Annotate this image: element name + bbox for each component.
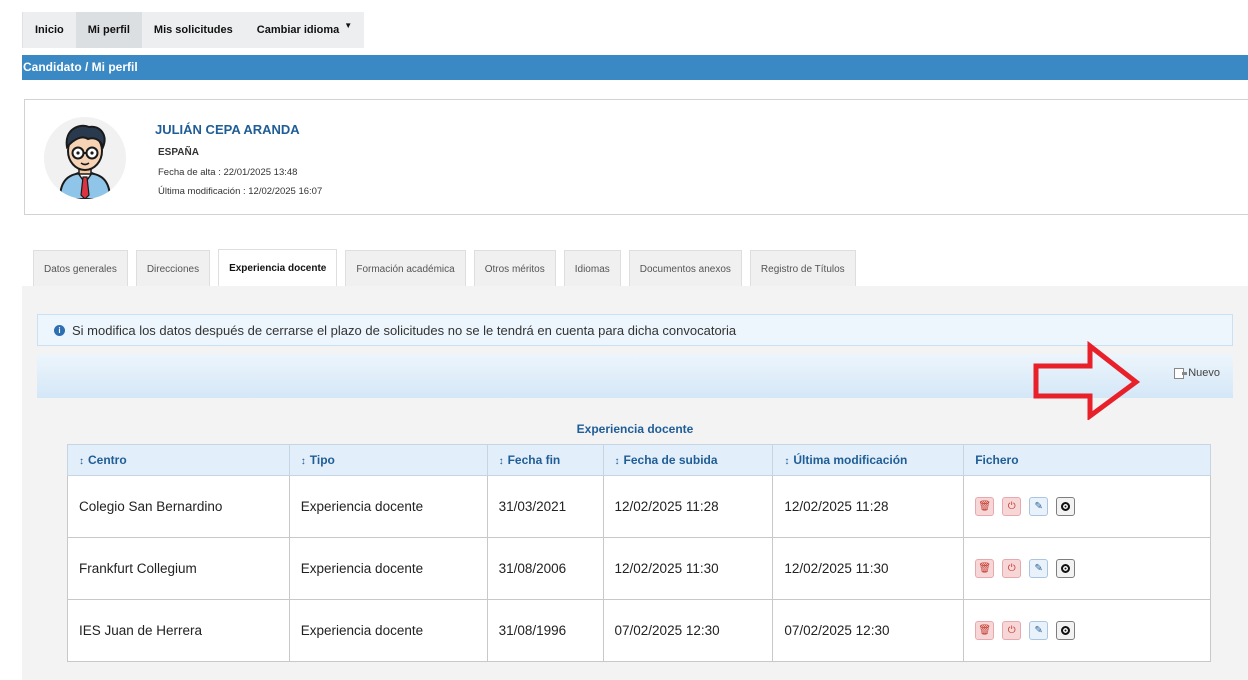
profile-tabs: Datos generales Direcciones Experiencia …: [33, 249, 864, 287]
cell-tipo: Experiencia docente: [288, 599, 488, 662]
cell-ultima-modificacion: 12/02/2025 11:30: [772, 537, 965, 600]
delete-icon[interactable]: 🗑: [975, 497, 995, 516]
experiencia-table: ↕ Centro ↕ Tipo ↕ Fecha fin ↕ Fecha de subid…: [67, 444, 1211, 662]
view-icon[interactable]: [1056, 497, 1076, 516]
alert-text: Si modifica los datos después de cerrars…: [72, 322, 737, 338]
column-header-ultima-modificacion[interactable]: ↕ Última modificación: [772, 444, 965, 476]
nav-item-label: Cambiar idioma: [256, 24, 340, 36]
profile-card: JULIÁN CEPA ARANDA ESPAÑA Fecha de alta …: [24, 99, 1248, 215]
column-header-tipo[interactable]: ↕ Tipo: [288, 444, 488, 476]
tab-direcciones[interactable]: Direcciones: [135, 250, 211, 287]
table-row: Frankfurt Collegium Experiencia docente …: [67, 537, 1211, 600]
table-caption: Experiencia docente: [576, 422, 694, 436]
nav-item-label: Mi perfil: [87, 24, 130, 36]
tab-idiomas[interactable]: Idiomas: [563, 250, 621, 287]
cell-ultima-modificacion: 07/02/2025 12:30: [772, 599, 965, 662]
column-label: Fecha de subida: [623, 453, 718, 467]
row-actions: 🗑 ⏻ ✎: [975, 621, 1210, 640]
delete-icon[interactable]: 🗑: [975, 621, 995, 640]
sort-icon: ↕: [79, 456, 84, 467]
nuevo-label: Nuevo: [1188, 367, 1220, 379]
edit-icon[interactable]: ✎: [1029, 497, 1049, 516]
nav-item-cambiar-idioma[interactable]: Cambiar idioma ▼: [245, 12, 364, 48]
tab-datos-generales[interactable]: Datos generales: [33, 250, 128, 287]
cell-fecha-subida: 12/02/2025 11:30: [602, 537, 774, 600]
annotation-arrow-icon: [1033, 340, 1141, 420]
nav-item-label: Inicio: [35, 24, 64, 36]
main-menu: Inicio Mi perfil Mis solicitudes Cambiar…: [22, 12, 365, 48]
tab-formacion-academica[interactable]: Formación académica: [345, 250, 466, 287]
cell-fecha-fin: 31/03/2021: [486, 475, 604, 538]
cell-fecha-fin: 31/08/1996: [486, 599, 604, 662]
profile-country: ESPAÑA: [158, 147, 199, 158]
tab-documentos-anexos[interactable]: Documentos anexos: [628, 250, 742, 287]
breadcrumb: Candidato / Mi perfil: [22, 55, 1248, 80]
row-actions: 🗑 ⏻ ✎: [975, 559, 1210, 578]
top-navigation: Inicio Mi perfil Mis solicitudes Cambiar…: [0, 0, 1248, 48]
power-icon[interactable]: ⏻: [1002, 497, 1022, 516]
sort-icon: ↕: [498, 456, 504, 467]
nav-item-inicio[interactable]: Inicio: [23, 12, 76, 48]
column-header-centro[interactable]: ↕ Centro: [67, 444, 290, 476]
cell-tipo: Experiencia docente: [288, 475, 488, 538]
tab-otros-meritos[interactable]: Otros méritos: [473, 250, 556, 287]
nav-item-label: Mis solicitudes: [153, 24, 233, 36]
table-row: Colegio San Bernardino Experiencia docen…: [67, 475, 1211, 538]
cell-fecha-subida: 07/02/2025 12:30: [602, 599, 774, 662]
nuevo-button[interactable]: Nuevo: [1174, 367, 1220, 379]
cell-ultima-modificacion: 12/02/2025 11:28: [772, 475, 965, 538]
cell-fecha-fin: 31/08/2006: [486, 537, 604, 600]
view-circle: [1061, 564, 1071, 573]
caret-down-icon: ▼: [344, 20, 353, 30]
power-icon[interactable]: ⏻: [1002, 621, 1022, 640]
profile-fecha-alta: Fecha de alta : 22/01/2025 13:48: [158, 167, 298, 178]
avatar: [44, 117, 126, 199]
cell-fichero: 🗑 ⏻ ✎: [963, 537, 1211, 600]
avatar-illustration-icon: [44, 117, 126, 199]
column-header-fecha-subida[interactable]: ↕ Fecha de subida: [602, 444, 774, 476]
tab-experiencia-docente[interactable]: Experiencia docente: [218, 249, 338, 287]
new-document-icon: [1174, 367, 1188, 379]
column-label: Fecha fin: [507, 453, 561, 467]
view-circle: [1061, 626, 1071, 635]
table-row: IES Juan de Herrera Experiencia docente …: [67, 599, 1211, 662]
profile-ultima-modificacion: Última modificación : 12/02/2025 16:07: [158, 186, 323, 197]
sort-icon: ↕: [300, 456, 306, 467]
cell-centro: IES Juan de Herrera: [67, 599, 290, 662]
column-label: Última modificación: [793, 453, 908, 467]
edit-icon[interactable]: ✎: [1029, 559, 1049, 578]
sort-icon: ↕: [784, 456, 790, 467]
cell-centro: Frankfurt Collegium: [67, 537, 290, 600]
cell-fichero: 🗑 ⏻ ✎: [963, 475, 1211, 538]
nav-item-mis-solicitudes[interactable]: Mis solicitudes: [142, 12, 245, 48]
cell-tipo: Experiencia docente: [288, 537, 488, 600]
power-icon[interactable]: ⏻: [1002, 559, 1022, 578]
table-header-row: ↕ Centro ↕ Tipo ↕ Fecha fin ↕ Fecha de subid…: [67, 444, 1211, 476]
column-label: Tipo: [309, 453, 335, 467]
nav-item-mi-perfil[interactable]: Mi perfil: [75, 12, 142, 48]
edit-icon[interactable]: ✎: [1029, 621, 1049, 640]
sort-icon: ↕: [614, 456, 620, 467]
info-icon: i: [54, 324, 65, 336]
row-actions: 🗑 ⏻ ✎: [975, 497, 1210, 516]
view-icon[interactable]: [1056, 559, 1076, 578]
column-header-fecha-fin[interactable]: ↕ Fecha fin: [486, 444, 604, 476]
cell-fecha-subida: 12/02/2025 11:28: [602, 475, 774, 538]
column-label: Fichero: [975, 453, 1019, 467]
delete-icon[interactable]: 🗑: [975, 559, 995, 578]
cell-centro: Colegio San Bernardino: [67, 475, 290, 538]
profile-name: JULIÁN CEPA ARANDA: [155, 122, 300, 137]
tab-registro-titulos[interactable]: Registro de Títulos: [749, 250, 856, 287]
view-circle: [1061, 502, 1071, 511]
column-label: Centro: [88, 453, 127, 467]
column-header-fichero: Fichero: [963, 444, 1211, 476]
cell-fichero: 🗑 ⏻ ✎: [963, 599, 1211, 662]
view-icon[interactable]: [1056, 621, 1076, 640]
